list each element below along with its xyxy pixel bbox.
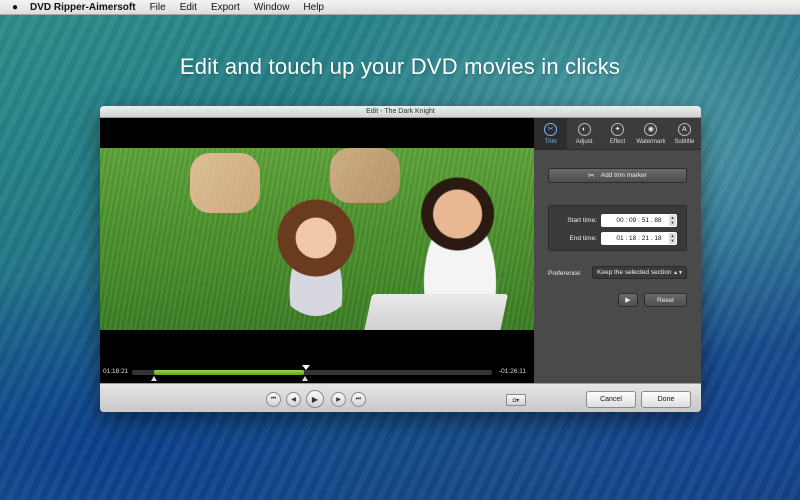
video-frame [100, 148, 534, 330]
playhead[interactable] [302, 365, 310, 370]
skip-forward-icon: ⏭ [355, 396, 362, 402]
preference-label: Preference: [548, 270, 582, 277]
skip-back-button[interactable]: ⏮ [266, 392, 281, 407]
tab-effect[interactable]: ✦ Effect [601, 118, 634, 149]
tab-adjust[interactable]: ◐ Adjust [567, 118, 600, 149]
step-forward-button[interactable]: ▶ [331, 392, 346, 407]
end-time-row: End time: 01 : 18 : 21 . 18 ▲ ▼ [549, 230, 688, 246]
tab-label: Effect [609, 138, 626, 145]
step-back-button[interactable]: ◀ [286, 392, 301, 407]
apple-menu-icon[interactable]: ● [0, 2, 30, 13]
menu-window[interactable]: Window [254, 2, 290, 13]
tab-label: Adjust [575, 138, 593, 145]
adjust-icon: ◐ [577, 122, 591, 136]
laptop [363, 294, 509, 330]
end-time-label: End time: [569, 234, 597, 242]
window-title: Edit - The Dark Knight [100, 106, 701, 118]
trim-start-handle[interactable] [151, 376, 157, 381]
remaining-time: -01:26:11 [499, 368, 526, 375]
menu-file[interactable]: File [150, 2, 166, 13]
add-trim-marker-label: Add trim marker [600, 172, 647, 179]
camera-icon: ◘▾ [512, 397, 520, 404]
girl-figure [270, 196, 362, 316]
menu-export[interactable]: Export [211, 2, 240, 13]
end-time-stepper[interactable]: ▲ ▼ [669, 232, 676, 244]
preference-value: Keep the selected section [597, 269, 672, 276]
timeline-track[interactable] [132, 365, 492, 381]
done-button[interactable]: Done [641, 391, 691, 408]
end-time-value: 01 : 18 : 21 . 18 [616, 234, 662, 242]
start-time-value: 00 : 09 : 51 . 88 [616, 216, 662, 224]
cancel-button[interactable]: Cancel [586, 391, 636, 408]
start-time-stepper[interactable]: ▲ ▼ [669, 214, 676, 226]
trim-end-handle[interactable] [302, 376, 308, 381]
subtitle-icon: A [677, 122, 691, 136]
menu-bar: ● DVD Ripper-Aimersoft File Edit Export … [0, 0, 800, 15]
trim-time-box: Start time: 00 : 09 : 51 . 88 ▲ ▼ End tim… [548, 205, 687, 251]
video-preview[interactable]: 01:18:21 -01:26:11 [100, 118, 534, 383]
tab-subtitle[interactable]: A Subtitle [668, 118, 701, 149]
scissors-icon: ✂ [588, 171, 595, 180]
start-time-field[interactable]: 00 : 09 : 51 . 88 ▲ ▼ [601, 213, 677, 227]
start-time-row: Start time: 00 : 09 : 51 . 88 ▲ ▼ [549, 212, 688, 228]
scissors-icon: ✂ [544, 122, 558, 136]
chevron-updown-icon: ▲▼ [673, 269, 683, 276]
app-menu[interactable]: DVD Ripper-Aimersoft [30, 2, 136, 13]
tab-label: Trim [544, 138, 557, 145]
snapshot-button[interactable]: ◘▾ [506, 394, 526, 406]
effect-icon: ✦ [611, 122, 625, 136]
watermark-icon: ◉ [644, 122, 658, 136]
step-back-icon: ◀ [291, 397, 296, 403]
legs-figure-2 [330, 148, 400, 203]
tab-watermark[interactable]: ◉ Watermark [634, 118, 667, 149]
legs-figure [190, 153, 260, 213]
skip-back-icon: ⏮ [270, 396, 277, 402]
promo-headline: Edit and touch up your DVD movies in cli… [179, 54, 621, 79]
menu-edit[interactable]: Edit [180, 2, 197, 13]
preference-select[interactable]: Keep the selected section ▲▼ [592, 266, 687, 279]
start-time-label: Start time: [567, 216, 597, 224]
menu-help[interactable]: Help [303, 2, 324, 13]
end-time-field[interactable]: 01 : 18 : 21 . 18 ▲ ▼ [601, 231, 677, 245]
tab-label: Watermark [636, 138, 666, 145]
current-time: 01:18:21 [103, 368, 129, 375]
play-button[interactable]: ▶ [306, 390, 324, 408]
edit-panel: ✂ Trim ◐ Adjust ✦ Effect ◉ Watermark A S… [534, 118, 701, 383]
tab-label: Subtitle [674, 138, 695, 145]
add-trim-marker-button[interactable]: ✂ Add trim marker [548, 168, 687, 183]
skip-forward-button[interactable]: ⏭ [351, 392, 366, 407]
edit-tabs: ✂ Trim ◐ Adjust ✦ Effect ◉ Watermark A S… [534, 118, 701, 150]
tab-trim[interactable]: ✂ Trim [534, 118, 568, 149]
trim-selection[interactable] [154, 370, 304, 375]
edit-window: Edit - The Dark Knight 01:18:21 -01:26:1… [100, 106, 701, 412]
play-icon: ▶ [311, 394, 319, 404]
bottom-toolbar: ⏮ ◀ ▶ ▶ ⏭ ◘▾ Cancel Done [100, 383, 701, 412]
preview-play-button[interactable]: ▶ [618, 293, 638, 307]
play-icon: ▶ [625, 297, 631, 304]
step-forward-icon: ▶ [336, 397, 341, 403]
scrubber-bar: 01:18:21 -01:26:11 [100, 360, 534, 383]
reset-button[interactable]: Reset [644, 293, 687, 307]
